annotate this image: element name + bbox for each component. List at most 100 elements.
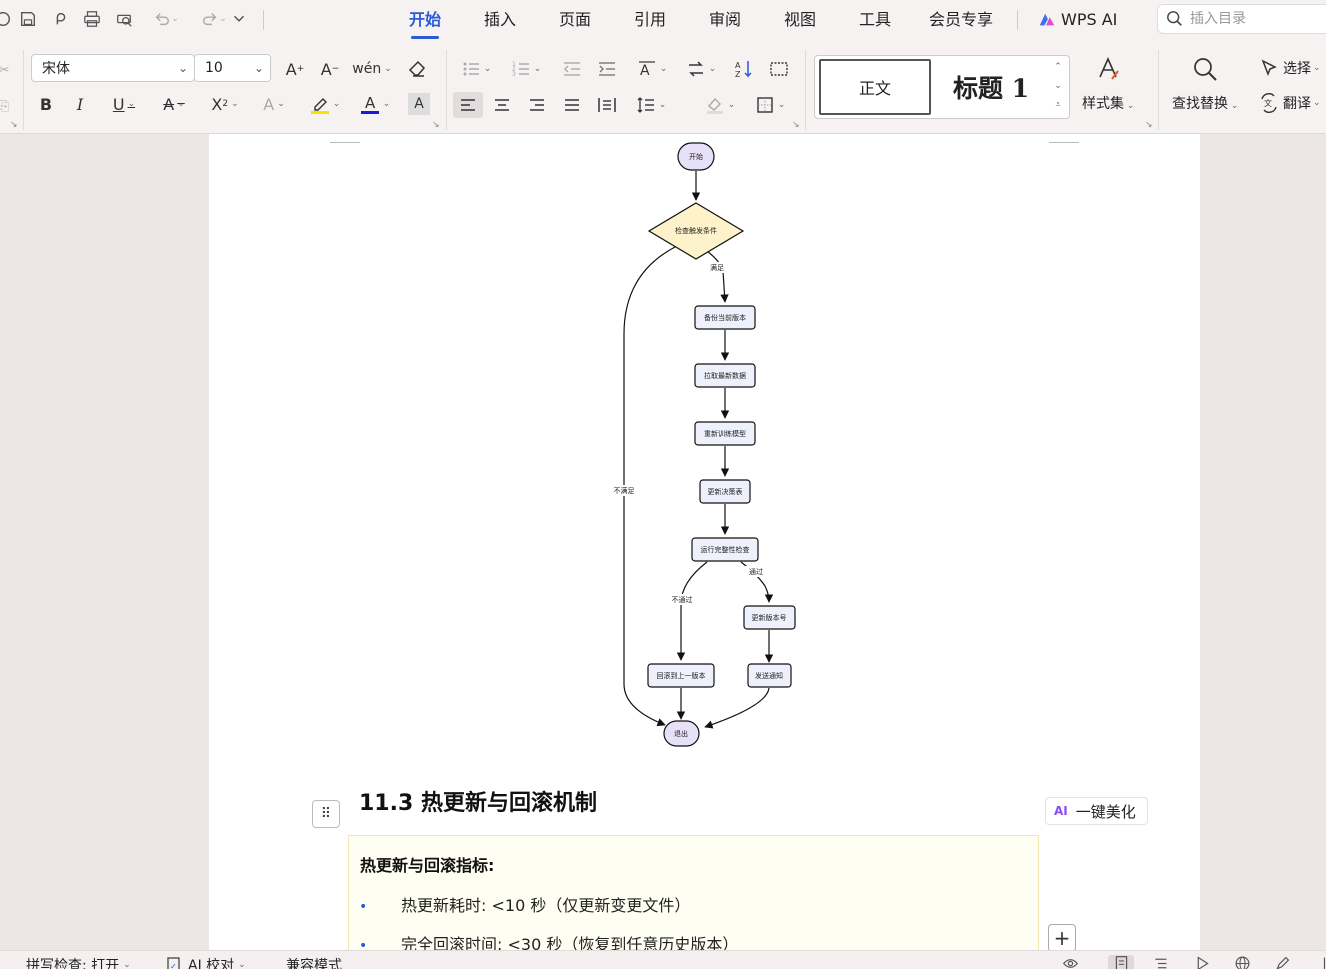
- node-rollback-label: 回滚到上一版本: [657, 671, 706, 680]
- list-item: • 热更新耗时: <10 秒（仅更新变更文件）: [359, 892, 690, 916]
- decrease-font-size-icon[interactable]: A −: [318, 57, 342, 81]
- spellcheck-toggle[interactable]: 拼写检查: 打开 ⌄: [26, 955, 131, 969]
- gallery-up-icon[interactable]: ⌃: [1054, 58, 1062, 77]
- callout-box[interactable]: 热更新与回滚指标: • 热更新耗时: <10 秒（仅更新变更文件） • 完全回滚时间…: [348, 835, 1039, 950]
- status-bar: 拼写检查: 打开 ⌄ ✓ AI 校对 ⌄ 兼容模式: [0, 950, 1326, 969]
- document-page[interactable]: 开始 检查触发条件 备份当前版本 拉取最新数据 重新训练模型 更新决策表 运行完…: [209, 134, 1200, 950]
- translate-icon: 文: [1261, 93, 1277, 113]
- write-mode-icon[interactable]: [1272, 955, 1292, 969]
- superscript-button[interactable]: X 2 ⌄: [206, 92, 244, 116]
- translate-button[interactable]: 文 翻译 ⌄: [1259, 93, 1321, 113]
- character-shading-button[interactable]: A: [408, 93, 430, 115]
- wps-ai-logo-icon: [1039, 13, 1055, 26]
- toc-search-box[interactable]: [1157, 4, 1326, 34]
- align-center-button[interactable]: [491, 93, 513, 117]
- italic-button[interactable]: I: [69, 92, 91, 116]
- style-set-button[interactable]: 样式集 ⌄: [1082, 55, 1134, 113]
- find-replace-button[interactable]: 查找替换 ⌄: [1172, 55, 1238, 113]
- strikethrough-button[interactable]: A ⌄: [156, 92, 192, 116]
- node-notify-label: 发送通知: [755, 671, 783, 680]
- outline-view-icon[interactable]: [1150, 955, 1170, 969]
- redo-icon[interactable]: ⌄: [196, 9, 232, 29]
- cut-icon[interactable]: ✂: [0, 58, 10, 82]
- reading-mode-icon[interactable]: [1192, 955, 1212, 969]
- ai-beautify-button[interactable]: AI 一键美化: [1045, 797, 1148, 825]
- gallery-down-icon[interactable]: ⌄: [1054, 77, 1062, 96]
- align-right-button[interactable]: [526, 93, 548, 117]
- numbered-list-button[interactable]: 1 2 3 ⌄: [508, 57, 544, 81]
- style-heading1[interactable]: 标题 1: [939, 59, 1043, 115]
- clear-format-icon[interactable]: [405, 57, 429, 81]
- gallery-more-icon[interactable]: ⩡: [1055, 96, 1060, 115]
- tab-tools[interactable]: 工具: [859, 8, 891, 32]
- more-options-icon[interactable]: [1314, 955, 1326, 969]
- decrease-indent-icon[interactable]: [561, 57, 583, 81]
- font-size-select[interactable]: 10 ⌄: [194, 54, 271, 82]
- ai-badge-icon: AI: [1054, 804, 1068, 818]
- shading-button[interactable]: ⌄: [702, 93, 738, 117]
- font-name-select[interactable]: 宋体 ⌄: [31, 54, 195, 82]
- text-effect-button[interactable]: A ⌄: [256, 92, 292, 116]
- tab-insert[interactable]: 插入: [484, 8, 516, 32]
- styles-dialog-launcher-icon[interactable]: ↘: [1145, 120, 1153, 130]
- increase-font-size-icon[interactable]: A +: [283, 57, 307, 81]
- edge-label-satisfied: 满足: [710, 263, 724, 272]
- edge-label-not-satisfied: 不满足: [614, 486, 635, 495]
- node-start-label: 开始: [689, 152, 703, 161]
- tab-review[interactable]: 审阅: [709, 8, 741, 32]
- phonetic-guide-button[interactable]: wén ⌄: [352, 57, 391, 81]
- share-icon[interactable]: [50, 9, 72, 29]
- format-painter-icon[interactable]: ⎘: [0, 94, 10, 118]
- add-block-button[interactable]: +: [1048, 924, 1076, 950]
- style-normal[interactable]: 正文: [819, 59, 931, 115]
- bullet-list-button[interactable]: ⌄: [458, 57, 494, 81]
- show-paragraph-marks-icon[interactable]: [767, 57, 791, 81]
- tab-wps-ai[interactable]: WPS AI: [1038, 8, 1117, 32]
- font-size-value: 10: [205, 60, 223, 76]
- undo-icon[interactable]: ⌄: [148, 9, 184, 29]
- paragraph-direction-button[interactable]: ⌄: [683, 57, 719, 81]
- page-view-icon[interactable]: [1108, 955, 1134, 969]
- menu-divider: [1017, 10, 1018, 30]
- font-name-value: 宋体: [42, 61, 70, 77]
- tab-page[interactable]: 页面: [559, 8, 591, 32]
- tab-home[interactable]: 开始: [409, 8, 441, 39]
- tab-view[interactable]: 视图: [784, 8, 816, 32]
- underline-button[interactable]: U ⌄: [106, 92, 142, 116]
- tab-member[interactable]: 会员专享: [929, 8, 993, 32]
- toc-search-input[interactable]: [1190, 11, 1320, 27]
- ai-proofread-button[interactable]: ✓ AI 校对 ⌄: [166, 955, 246, 969]
- line-spacing-button[interactable]: ⌄: [633, 93, 669, 117]
- highlighter-icon: [310, 98, 329, 114]
- align-left-button[interactable]: [453, 92, 483, 118]
- save-icon[interactable]: [17, 9, 39, 29]
- borders-button[interactable]: ⌄: [752, 93, 788, 117]
- paragraph-dialog-launcher-icon[interactable]: ↘: [792, 120, 800, 130]
- web-view-icon[interactable]: [1232, 955, 1252, 969]
- select-button[interactable]: 选择 ⌄: [1259, 58, 1321, 78]
- search-icon: [1167, 11, 1182, 26]
- style-set-label: 样式集: [1082, 96, 1124, 112]
- justify-button[interactable]: [561, 93, 583, 117]
- cursor-arrow-icon: [1261, 59, 1277, 77]
- font-color-button[interactable]: A ⌄: [356, 92, 394, 116]
- distributed-align-button[interactable]: [596, 93, 618, 117]
- edge-integrity-rollback: [676, 561, 708, 661]
- tab-references[interactable]: 引用: [634, 8, 666, 32]
- highlight-color-button[interactable]: ⌄: [306, 92, 344, 116]
- menu-bar: ⌄ ⌄ 开始 插入 页面 引用 审阅 视图 工具 会员专享 WPS AI: [0, 0, 1326, 40]
- eye-protection-icon[interactable]: [1060, 955, 1080, 969]
- font-dialog-launcher-icon[interactable]: ↘: [432, 120, 440, 130]
- print-icon[interactable]: [81, 9, 103, 29]
- bold-button[interactable]: B: [35, 92, 57, 116]
- document-area[interactable]: 开始 检查触发条件 备份当前版本 拉取最新数据 重新训练模型 更新决策表 运行完…: [0, 134, 1326, 950]
- clipboard-dialog-launcher-icon[interactable]: ↘: [10, 120, 18, 130]
- customize-toolbar-icon[interactable]: [228, 9, 250, 29]
- print-preview-icon[interactable]: [113, 9, 135, 29]
- sort-icon[interactable]: AZ: [732, 57, 756, 81]
- app-menu-icon[interactable]: [0, 9, 14, 29]
- text-direction-button[interactable]: A ⌄: [633, 57, 671, 81]
- drag-handle-icon[interactable]: ⠿: [312, 800, 340, 828]
- list-item-text: 完全回滚时间: <30 秒（恢复到任意历史版本）: [401, 935, 739, 950]
- increase-indent-icon[interactable]: [596, 57, 618, 81]
